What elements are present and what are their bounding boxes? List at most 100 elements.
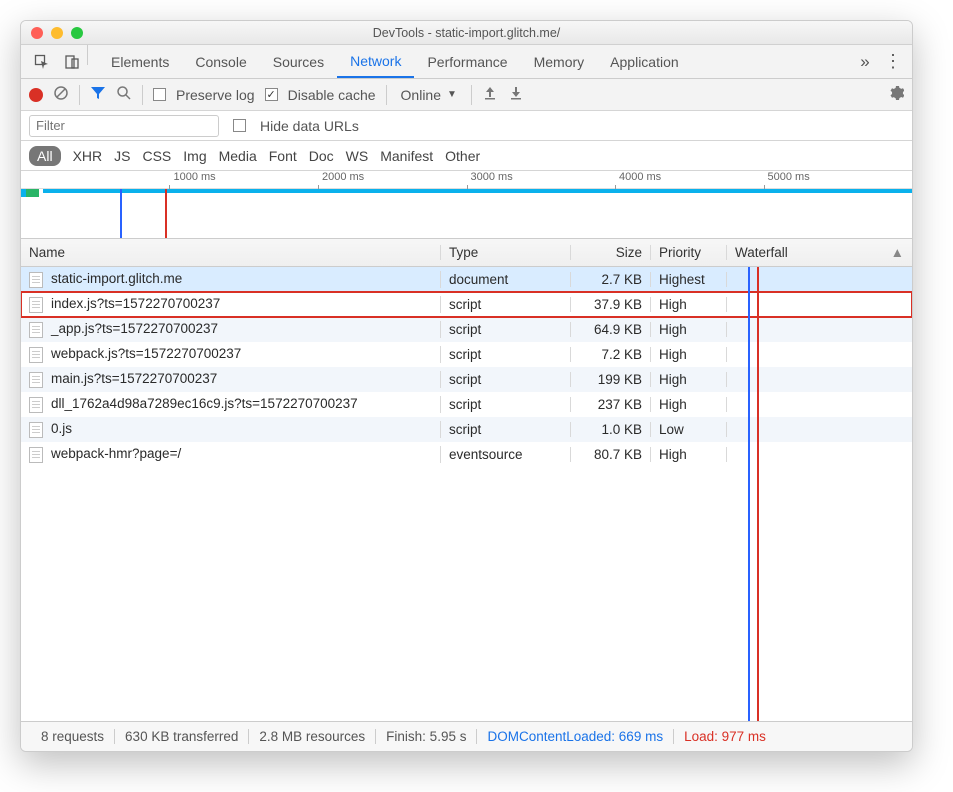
more-tabs-icon[interactable]: »	[850, 45, 880, 78]
request-type: script	[441, 397, 571, 412]
table-row[interactable]: 0.js script1.0 KBLow	[21, 417, 912, 442]
type-filter-ws[interactable]: WS	[346, 148, 369, 164]
tab-sources[interactable]: Sources	[260, 45, 337, 78]
request-type: script	[441, 297, 571, 312]
requests-table: Name Type Size Priority Waterfall ▲ stat…	[21, 239, 912, 721]
table-row[interactable]: webpack-hmr?page=/eventsource80.7 KBHigh	[21, 442, 912, 467]
minimize-icon[interactable]	[51, 27, 63, 39]
request-size: 1.0 KB	[571, 422, 651, 437]
throttling-select[interactable]: Online ▼	[397, 87, 461, 103]
status-bar: 8 requests 630 KB transferred 2.8 MB res…	[21, 721, 912, 751]
request-size: 199 KB	[571, 372, 651, 387]
request-priority: High	[651, 322, 727, 337]
device-toggle-icon[interactable]	[57, 45, 87, 78]
filter-input[interactable]	[29, 115, 219, 137]
table-row[interactable]: dll_1762a4d98a7289ec16c9.js?ts=157227070…	[21, 392, 912, 417]
tab-application[interactable]: Application	[597, 45, 692, 78]
status-requests: 8 requests	[31, 729, 115, 744]
request-name: index.js?ts=1572270700237	[51, 296, 220, 311]
settings-gear-icon[interactable]	[888, 85, 904, 104]
type-filter-media[interactable]: Media	[219, 148, 257, 164]
file-icon	[29, 422, 43, 438]
panel-tabbar: ElementsConsoleSourcesNetworkPerformance…	[21, 45, 912, 79]
file-icon	[29, 297, 43, 313]
request-type: document	[441, 272, 571, 287]
request-size: 2.7 KB	[571, 272, 651, 287]
tab-elements[interactable]: Elements	[98, 45, 182, 78]
throttling-value: Online	[401, 87, 441, 103]
inspect-icon[interactable]	[27, 45, 57, 78]
file-icon	[29, 322, 43, 338]
col-name[interactable]: Name	[21, 245, 441, 260]
status-load: Load: 977 ms	[674, 729, 776, 744]
file-icon	[29, 447, 43, 463]
upload-har-icon[interactable]	[482, 85, 498, 104]
type-filter-all[interactable]: All	[29, 146, 61, 166]
request-name: 0.js	[51, 421, 72, 436]
hide-data-urls-checkbox[interactable]	[233, 119, 246, 132]
tab-memory[interactable]: Memory	[521, 45, 598, 78]
tab-performance[interactable]: Performance	[414, 45, 520, 78]
tab-network[interactable]: Network	[337, 45, 414, 78]
sort-asc-icon: ▲	[891, 245, 904, 260]
col-waterfall[interactable]: Waterfall ▲	[727, 245, 912, 260]
table-row[interactable]: _app.js?ts=1572270700237script64.9 KBHig…	[21, 317, 912, 342]
request-size: 37.9 KB	[571, 297, 651, 312]
dcl-marker	[120, 189, 122, 238]
status-resources: 2.8 MB resources	[249, 729, 376, 744]
preserve-log-label: Preserve log	[176, 87, 255, 103]
download-har-icon[interactable]	[508, 85, 524, 104]
filter-toggle-icon[interactable]	[90, 85, 106, 104]
close-icon[interactable]	[31, 27, 43, 39]
request-type: script	[441, 347, 571, 362]
search-icon[interactable]	[116, 85, 132, 104]
network-toolbar: Preserve log Disable cache Online ▼	[21, 79, 912, 111]
menu-kebab-icon[interactable]: ⋮	[880, 45, 906, 78]
table-row[interactable]: webpack.js?ts=1572270700237script7.2 KBH…	[21, 342, 912, 367]
col-size[interactable]: Size	[571, 245, 651, 260]
divider	[87, 45, 88, 65]
request-priority: High	[651, 397, 727, 412]
load-marker	[165, 189, 167, 238]
request-priority: High	[651, 347, 727, 362]
clear-icon[interactable]	[53, 85, 69, 104]
table-header: Name Type Size Priority Waterfall ▲	[21, 239, 912, 267]
type-filter-xhr[interactable]: XHR	[73, 148, 103, 164]
file-icon	[29, 272, 43, 288]
tab-console[interactable]: Console	[182, 45, 259, 78]
type-filter-css[interactable]: CSS	[142, 148, 171, 164]
col-priority[interactable]: Priority	[651, 245, 727, 260]
hide-data-urls-label: Hide data URLs	[260, 118, 359, 134]
table-row[interactable]: main.js?ts=1572270700237script199 KBHigh	[21, 367, 912, 392]
timeline-overview[interactable]: 1000 ms2000 ms3000 ms4000 ms5000 ms6000 …	[21, 171, 912, 239]
request-size: 80.7 KB	[571, 447, 651, 462]
table-row[interactable]: static-import.glitch.medocument2.7 KBHig…	[21, 267, 912, 292]
request-name: main.js?ts=1572270700237	[51, 371, 217, 386]
col-type[interactable]: Type	[441, 245, 571, 260]
request-priority: High	[651, 447, 727, 462]
type-filter-js[interactable]: JS	[114, 148, 130, 164]
type-filter-doc[interactable]: Doc	[309, 148, 334, 164]
disable-cache-checkbox[interactable]	[265, 88, 278, 101]
type-filter-img[interactable]: Img	[183, 148, 206, 164]
request-size: 237 KB	[571, 397, 651, 412]
file-icon	[29, 347, 43, 363]
preserve-log-checkbox[interactable]	[153, 88, 166, 101]
status-finish: Finish: 5.95 s	[376, 729, 477, 744]
type-filter-manifest[interactable]: Manifest	[380, 148, 433, 164]
type-filter-other[interactable]: Other	[445, 148, 480, 164]
chevron-down-icon: ▼	[447, 89, 457, 100]
type-filter-font[interactable]: Font	[269, 148, 297, 164]
request-size: 64.9 KB	[571, 322, 651, 337]
table-row[interactable]: index.js?ts=1572270700237 script37.9 KBHi…	[21, 292, 912, 317]
file-icon	[29, 397, 43, 413]
record-button[interactable]	[29, 88, 43, 102]
request-name: webpack.js?ts=1572270700237	[51, 346, 241, 361]
request-priority: High	[651, 372, 727, 387]
request-name: webpack-hmr?page=/	[51, 446, 181, 461]
titlebar: DevTools - static-import.glitch.me/	[21, 21, 912, 45]
zoom-icon[interactable]	[71, 27, 83, 39]
request-priority: Low	[651, 422, 727, 437]
request-type: script	[441, 422, 571, 437]
request-priority: High	[651, 297, 727, 312]
